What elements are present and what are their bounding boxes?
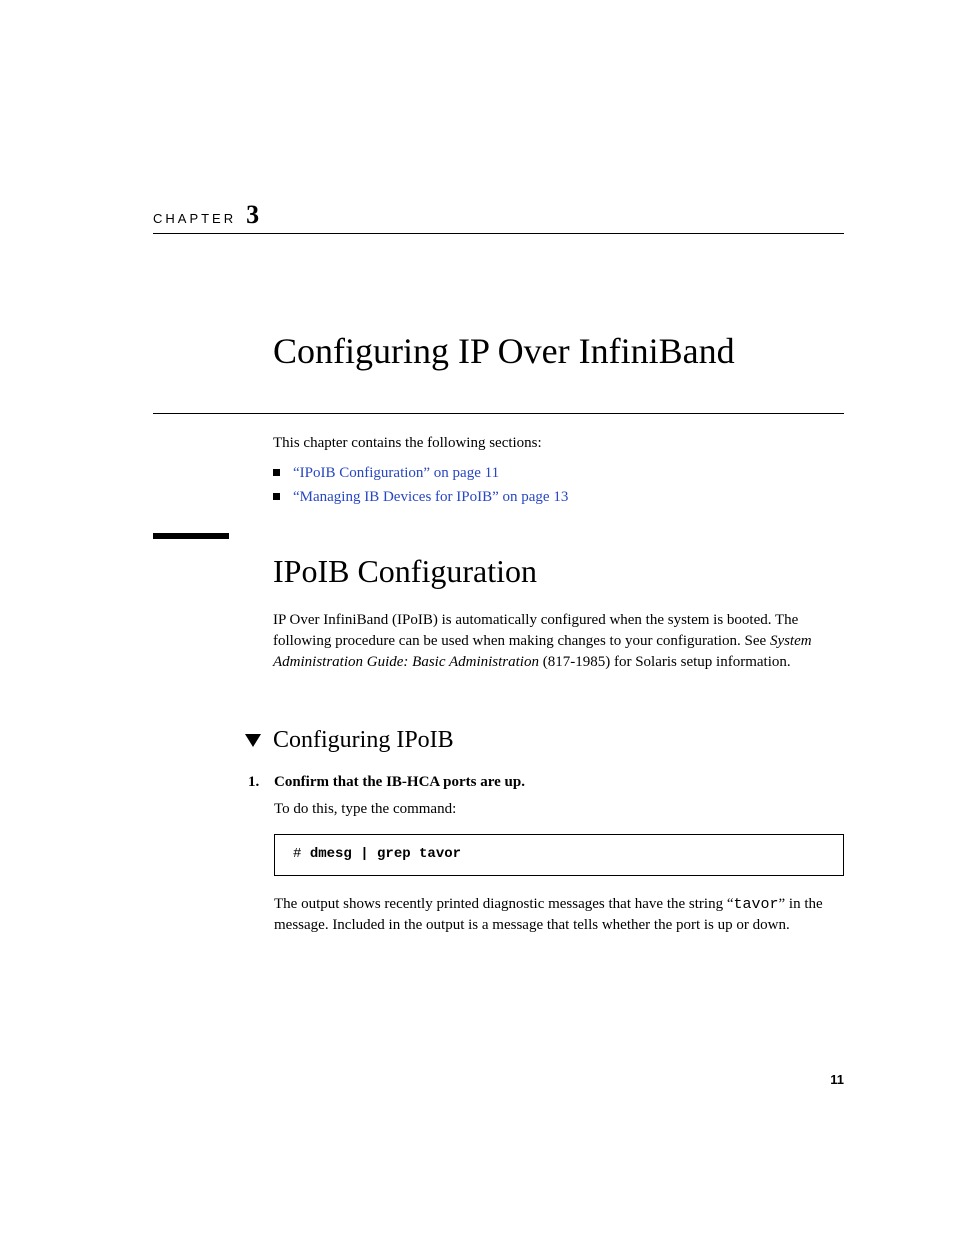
step-result-pre: The output shows recently printed diagno… xyxy=(274,896,733,912)
step-title: Confirm that the IB-HCA ports are up. xyxy=(274,772,844,793)
step-result: The output shows recently printed diagno… xyxy=(274,894,844,936)
command: dmesg | grep tavor xyxy=(310,846,461,862)
page-number: 11 xyxy=(830,1072,844,1087)
toc-item: “IPoIB Configuration” on page 11 xyxy=(273,463,844,485)
chapter-label: CHAPTER xyxy=(153,211,236,226)
page-title: Configuring IP Over InfiniBand xyxy=(273,330,735,372)
section-body-pre: IP Over InfiniBand (IPoIB) is automatica… xyxy=(273,612,798,649)
toc-list: “IPoIB Configuration” on page 11 “Managi… xyxy=(273,463,844,509)
section-heading: IPoIB Configuration xyxy=(273,553,537,590)
prompt: # xyxy=(293,846,310,862)
chapter-head: CHAPTER 3 xyxy=(153,200,259,230)
step-number: 1. xyxy=(248,772,259,793)
rule-under-title xyxy=(153,413,844,414)
triangle-down-icon xyxy=(245,734,261,747)
section-body: IP Over InfiniBand (IPoIB) is automatica… xyxy=(273,610,844,673)
code-box: # dmesg | grep tavor xyxy=(274,834,844,876)
step-result-code: tavor xyxy=(733,896,778,913)
subsection-heading-text: Configuring IPoIB xyxy=(273,727,454,754)
chapter-number: 3 xyxy=(246,200,259,230)
subsection-heading: Configuring IPoIB xyxy=(273,727,454,754)
step-lead: To do this, type the command: xyxy=(274,799,844,820)
rule-top xyxy=(153,233,844,234)
toc-link-ipoib-config[interactable]: “IPoIB Configuration” on page 11 xyxy=(293,465,499,481)
intro-block: This chapter contains the following sect… xyxy=(273,433,844,510)
section-bar-icon xyxy=(153,533,229,539)
toc-link-managing-ib[interactable]: “Managing IB Devices for IPoIB” on page … xyxy=(293,489,568,505)
step-1: 1. Confirm that the IB-HCA ports are up.… xyxy=(248,772,844,950)
toc-item: “Managing IB Devices for IPoIB” on page … xyxy=(273,487,844,509)
intro-lead: This chapter contains the following sect… xyxy=(273,433,844,455)
section-body-post: (817-1985) for Solaris setup information… xyxy=(539,654,791,670)
